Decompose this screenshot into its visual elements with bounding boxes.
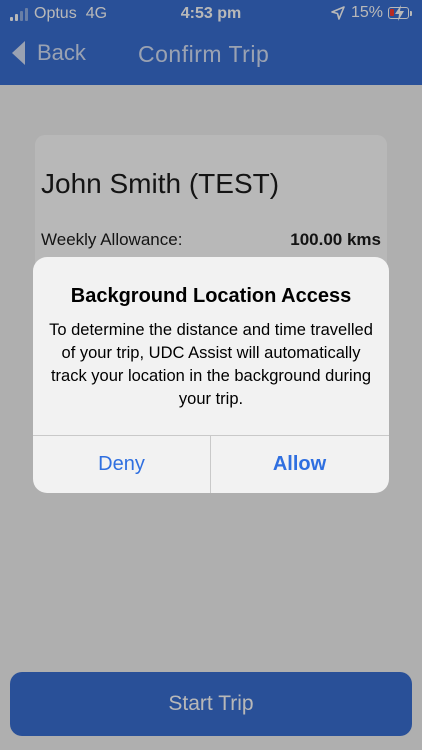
allow-button[interactable]: Allow: [211, 436, 388, 493]
deny-button[interactable]: Deny: [33, 436, 210, 493]
alert-message: To determine the distance and time trave…: [49, 321, 373, 408]
location-permission-alert: Background Location Access To determine …: [33, 257, 389, 493]
alert-title: Background Location Access: [70, 285, 352, 307]
